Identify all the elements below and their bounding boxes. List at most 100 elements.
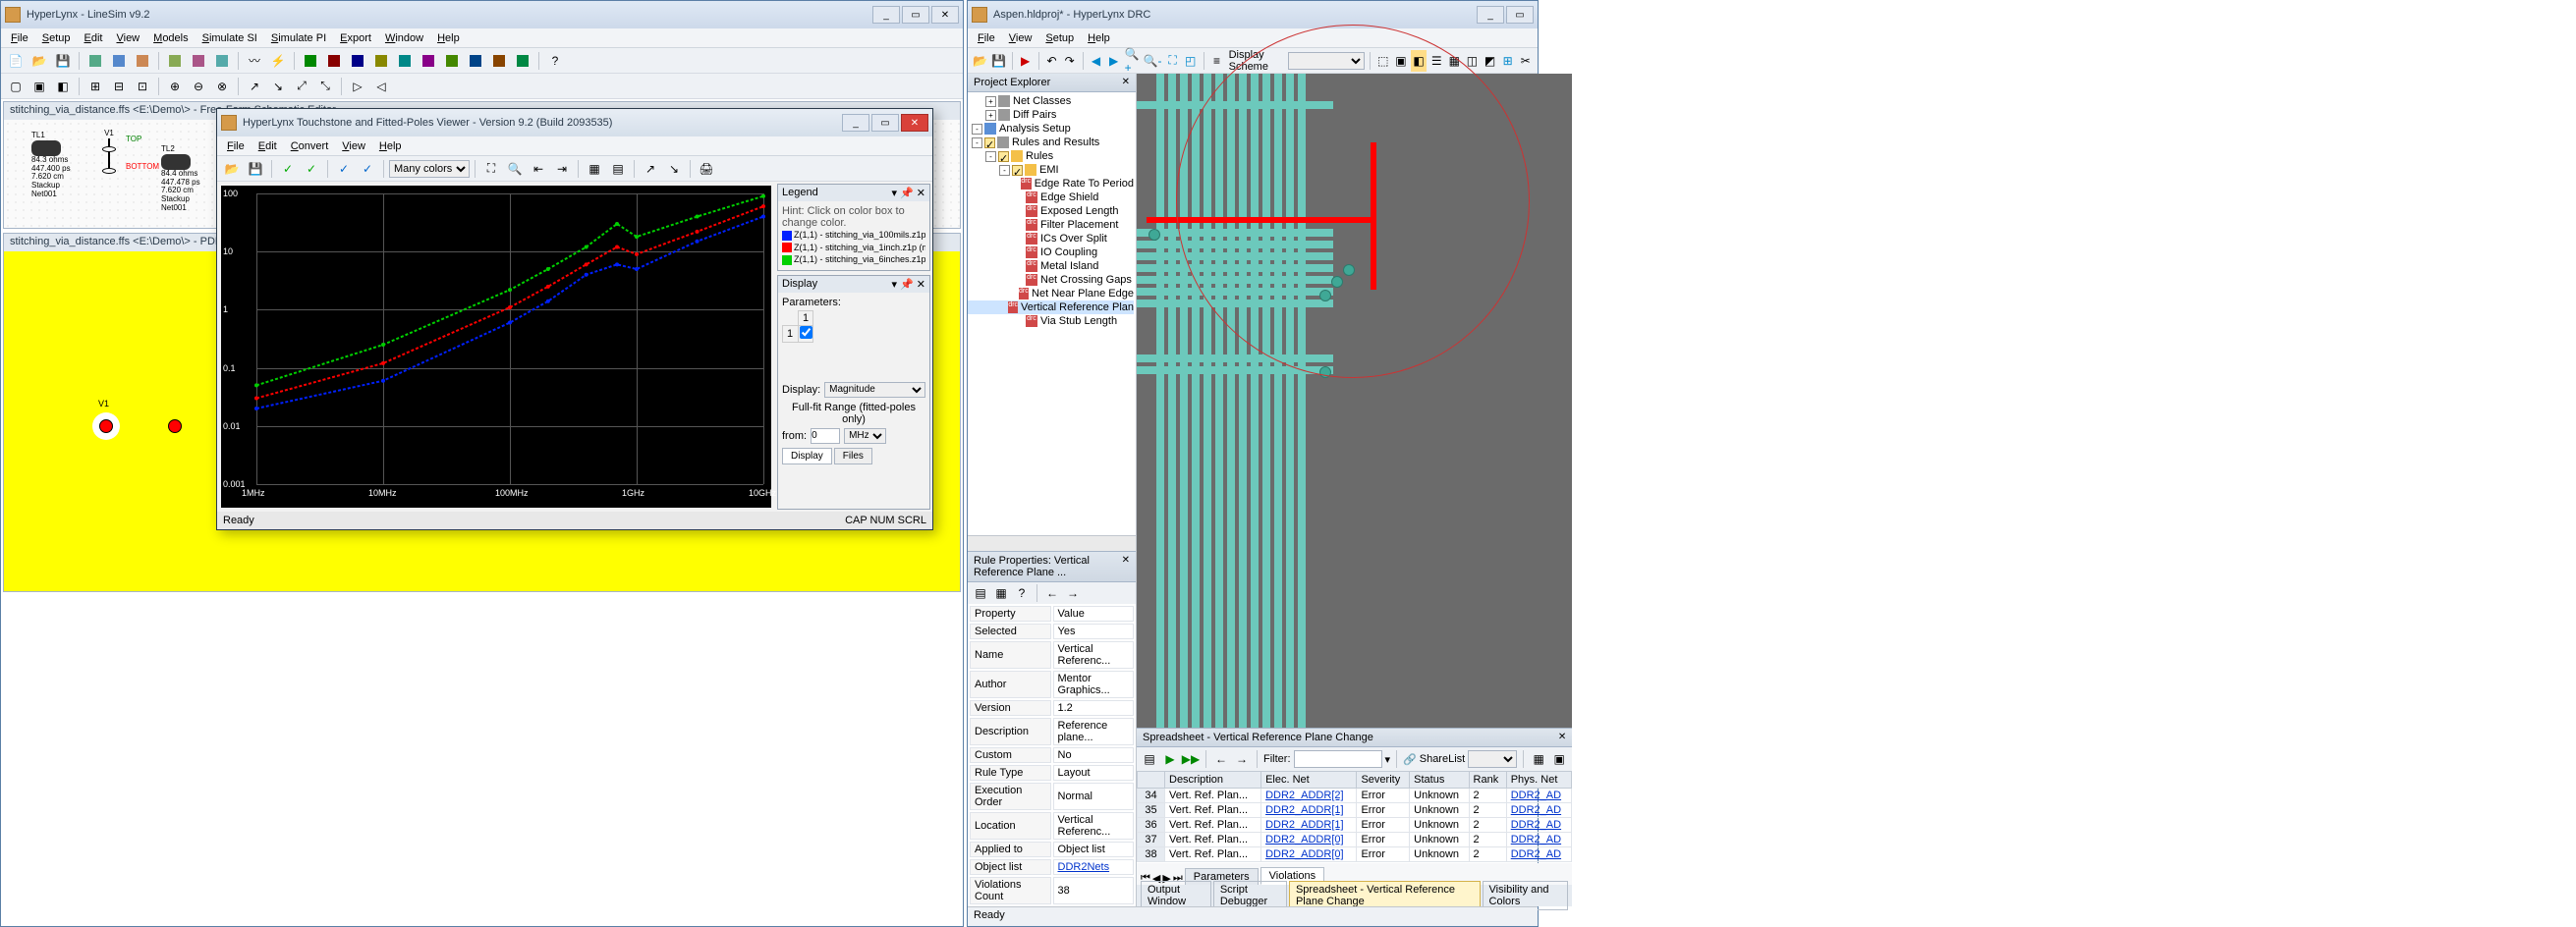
maximize-button[interactable]: ▭ bbox=[871, 114, 899, 132]
from-input[interactable] bbox=[811, 428, 840, 444]
redo-icon[interactable]: ↷ bbox=[1062, 50, 1078, 72]
tree-hscroll[interactable] bbox=[968, 535, 1136, 551]
display-tab[interactable]: Display bbox=[782, 448, 832, 464]
tree-checkbox[interactable]: ✓ bbox=[984, 137, 995, 148]
zoom-fit-icon[interactable]: ⛶ bbox=[480, 158, 502, 180]
tool-icon[interactable]: ▣ bbox=[1550, 750, 1568, 768]
nav-back-icon[interactable]: ◀ bbox=[1088, 50, 1103, 72]
open-icon[interactable]: 📂 bbox=[221, 158, 243, 180]
tool-icon[interactable]: ⊞ bbox=[84, 76, 106, 97]
scope-icon[interactable] bbox=[370, 50, 392, 72]
tool-icon[interactable]: ▢ bbox=[5, 76, 27, 97]
pcb-layout-canvas[interactable] bbox=[1137, 74, 1572, 728]
tool-icon[interactable]: ⊕ bbox=[164, 76, 186, 97]
run-icon[interactable]: ▶ bbox=[1018, 50, 1034, 72]
panel-pin-icon[interactable]: ▾ 📌 ✕ bbox=[891, 278, 925, 291]
close-button[interactable]: ✕ bbox=[901, 114, 928, 132]
tool-icon[interactable]: ⊞ bbox=[1500, 50, 1516, 72]
minimize-button[interactable]: _ bbox=[842, 114, 869, 132]
tool-icon[interactable] bbox=[108, 50, 130, 72]
menu-help[interactable]: Help bbox=[373, 138, 408, 154]
net-link[interactable]: DDR2_AD bbox=[1511, 819, 1561, 831]
scope-icon[interactable] bbox=[394, 50, 416, 72]
sharelist-select[interactable] bbox=[1468, 750, 1517, 768]
sim-icon[interactable]: ⚡ bbox=[267, 50, 289, 72]
tree-expand-icon[interactable]: + bbox=[985, 110, 996, 121]
objectlist-link[interactable]: DDR2Nets bbox=[1058, 861, 1110, 873]
prop-value[interactable]: Layout bbox=[1053, 765, 1135, 781]
minimize-button[interactable]: _ bbox=[872, 6, 900, 24]
project-explorer-tree[interactable]: +Net Classes+Diff Pairs-Analysis Setup-✓… bbox=[968, 92, 1136, 535]
tool-icon[interactable]: ⤡ bbox=[314, 76, 336, 97]
menu-window[interactable]: Window bbox=[379, 30, 429, 46]
net-link[interactable]: DDR2_ADDR[2] bbox=[1265, 790, 1343, 801]
panel-close-icon[interactable]: ✕ bbox=[1558, 732, 1566, 743]
param-1-1-checkbox[interactable] bbox=[800, 326, 812, 339]
violation-row[interactable]: 35Vert. Ref. Plan...DDR2_ADDR[1]ErrorUnk… bbox=[1138, 803, 1572, 818]
tree-item-diff-pairs[interactable]: +Diff Pairs bbox=[968, 108, 1134, 122]
tree-item-rules-and-results[interactable]: -✓Rules and Results bbox=[968, 136, 1134, 149]
tool-icon[interactable]: ↗ bbox=[640, 158, 661, 180]
prop-value[interactable]: No bbox=[1053, 747, 1135, 763]
net-link[interactable]: DDR2_ADDR[0] bbox=[1265, 848, 1343, 860]
filter-input[interactable] bbox=[1294, 750, 1382, 768]
net-link[interactable]: DDR2_ADDR[1] bbox=[1265, 819, 1343, 831]
tool-icon[interactable] bbox=[84, 50, 106, 72]
grid2-icon[interactable]: ▤ bbox=[607, 158, 629, 180]
color-scheme-select[interactable]: Many colors bbox=[389, 160, 470, 178]
tree-expand-icon[interactable]: - bbox=[985, 151, 996, 162]
tree-item-exposed-length[interactable]: drcExposed Length bbox=[968, 204, 1134, 218]
col-header[interactable] bbox=[1138, 772, 1165, 789]
menu-help[interactable]: Help bbox=[431, 30, 466, 46]
nav-prev-icon[interactable]: ⇤ bbox=[528, 158, 549, 180]
tree-checkbox[interactable]: ✓ bbox=[1012, 165, 1023, 176]
new-icon[interactable]: 📄 bbox=[5, 50, 27, 72]
scope-icon[interactable] bbox=[347, 50, 368, 72]
tool-icon[interactable]: ⊖ bbox=[188, 76, 209, 97]
tool-icon[interactable]: ◩ bbox=[1483, 50, 1498, 72]
zoom-sel-icon[interactable]: ◰ bbox=[1183, 50, 1199, 72]
close-button[interactable]: ✕ bbox=[931, 6, 959, 24]
prop-value[interactable]: Yes bbox=[1053, 624, 1135, 639]
tool-icon[interactable]: ▦ bbox=[1530, 750, 1547, 768]
display-mode-select[interactable]: Magnitude bbox=[824, 382, 925, 398]
tool-icon[interactable]: ▷ bbox=[347, 76, 368, 97]
prop-value[interactable]: Normal bbox=[1053, 783, 1135, 810]
tree-expand-icon[interactable]: - bbox=[972, 137, 982, 148]
menu-file[interactable]: File bbox=[972, 30, 1001, 46]
tool-icon[interactable] bbox=[188, 50, 209, 72]
menu-export[interactable]: Export bbox=[334, 30, 377, 46]
minimize-button[interactable]: _ bbox=[1477, 6, 1504, 24]
prop-value[interactable]: Reference plane... bbox=[1053, 718, 1135, 745]
net-link[interactable]: DDR2_AD bbox=[1511, 804, 1561, 816]
panel-close-icon[interactable]: ✕ bbox=[1122, 77, 1130, 88]
prop-value[interactable]: Object list bbox=[1053, 842, 1135, 857]
sim-icon[interactable]: 〰 bbox=[244, 50, 265, 72]
prop-value[interactable]: 38 bbox=[1053, 877, 1135, 904]
tool-icon[interactable]: ✂ bbox=[1518, 50, 1534, 72]
col-header[interactable]: Elec. Net bbox=[1261, 772, 1357, 789]
col-header[interactable]: Status bbox=[1410, 772, 1469, 789]
panel-pin-icon[interactable]: ▾ 📌 ✕ bbox=[891, 187, 925, 199]
scope-icon[interactable] bbox=[323, 50, 345, 72]
nav-next-icon[interactable]: ⇥ bbox=[551, 158, 573, 180]
tool-icon[interactable]: ▣ bbox=[28, 76, 50, 97]
zoom-in-icon[interactable]: 🔍 bbox=[504, 158, 526, 180]
net-link[interactable]: DDR2_AD bbox=[1511, 790, 1561, 801]
from-unit-select[interactable]: MHz bbox=[844, 428, 886, 444]
help-icon[interactable]: ? bbox=[544, 50, 566, 72]
menu-edit[interactable]: Edit bbox=[252, 138, 283, 154]
tool-icon[interactable] bbox=[211, 50, 233, 72]
tree-item-edge-shield[interactable]: drcEdge Shield bbox=[968, 191, 1134, 204]
nav-fwd-icon[interactable]: → bbox=[1064, 584, 1082, 602]
tool-icon[interactable] bbox=[164, 50, 186, 72]
nav-back-icon[interactable]: ← bbox=[1212, 750, 1230, 768]
undo-icon[interactable]: ↶ bbox=[1043, 50, 1059, 72]
zoom-in-icon[interactable]: 🔍+ bbox=[1124, 50, 1141, 72]
net-link[interactable]: DDR2_AD bbox=[1511, 848, 1561, 860]
legend-item[interactable]: Z(1,1) - stitching_via_6inches.z1p (magn… bbox=[782, 253, 925, 266]
print-icon[interactable]: 🖨 bbox=[696, 158, 717, 180]
tool-icon[interactable]: ↘ bbox=[267, 76, 289, 97]
tree-item-net-classes[interactable]: +Net Classes bbox=[968, 94, 1134, 108]
zoom-fit-icon[interactable]: ⛶ bbox=[1165, 50, 1181, 72]
